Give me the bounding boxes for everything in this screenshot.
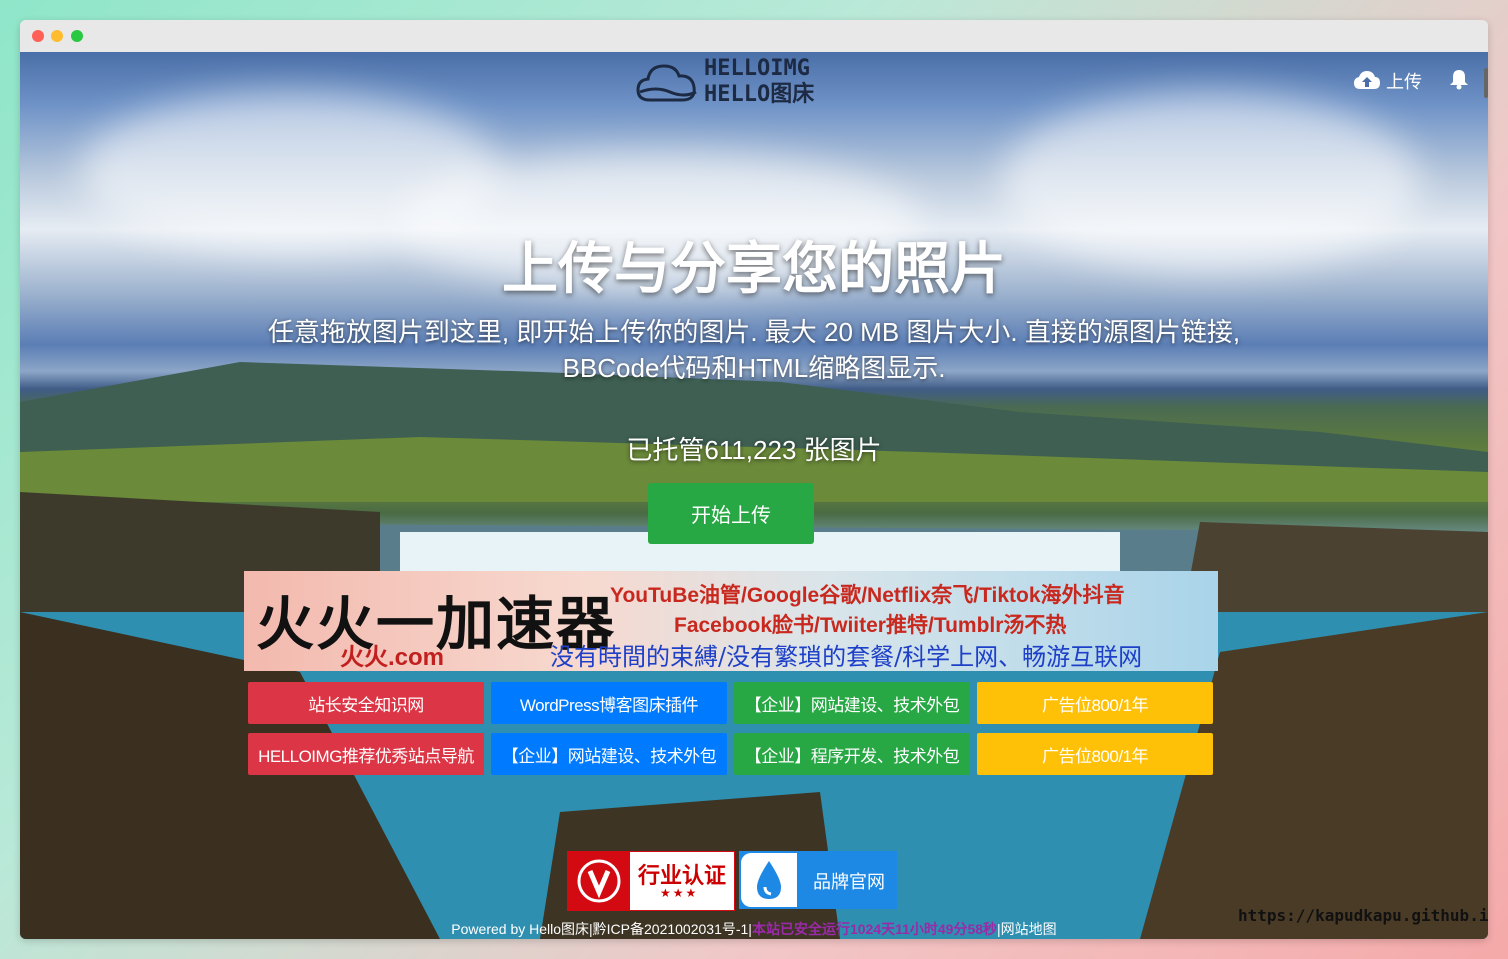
page-viewport: HELLOIMG HELLO图床 上传 上传与分享您的照片 任意拖放图片到这里,… (20, 52, 1488, 939)
link-ad-slot-2[interactable]: 广告位800/1年 (977, 733, 1213, 775)
cloud-upload-icon (1354, 71, 1380, 91)
page-scrollbar[interactable] (1484, 68, 1488, 98)
link-enterprise-website[interactable]: 【企业】网站建设、技术外包 (734, 682, 970, 724)
bell-icon[interactable] (1448, 68, 1470, 95)
verify-stars: ★★★ (660, 886, 699, 900)
ad-banner[interactable]: 火火一加速器 火火.com YouTuBe油管/Google谷歌/Netflix… (244, 571, 1218, 671)
link-site-navigation[interactable]: HELLOIMG推荐优秀站点导航 (248, 733, 484, 775)
banner-slogan: 没有時間的束縛/没有繁瑣的套餐/科学上网、畅游互联网 (550, 643, 1143, 671)
link-ad-slot[interactable]: 广告位800/1年 (977, 682, 1213, 724)
link-enterprise-website-2[interactable]: 【企业】网站建设、技术外包 (491, 733, 727, 775)
hero-description: 任意拖放图片到这里, 即开始上传你的图片. 最大 20 MB 图片大小. 直接的… (267, 317, 1241, 383)
cloud-logo-icon (636, 64, 697, 102)
footer-sitemap-link[interactable]: |网站地图 (997, 921, 1057, 937)
nav-upload-label: 上传 (1386, 72, 1422, 92)
link-wordpress-plugin[interactable]: WordPress博客图床插件 (491, 682, 727, 724)
window-titlebar (20, 20, 1488, 52)
banner-services-line1: YouTuBe油管/Google谷歌/Netflix奈飞/Tiktok海外抖音 (610, 584, 1125, 607)
hosted-image-count: 已托管611,223 张图片 (626, 435, 882, 465)
logo-line1: HELLOIMG (704, 56, 810, 81)
water-drop-icon (741, 853, 797, 907)
close-window-button[interactable] (32, 30, 44, 42)
link-enterprise-development[interactable]: 【企业】程序开发、技术外包 (734, 733, 970, 775)
brand-official-badge[interactable]: 品牌官网 (739, 851, 897, 909)
footer-powered[interactable]: Powered by Hello图床|黔ICP备2021002031号-1| (451, 921, 752, 937)
verify-v-icon (568, 852, 630, 910)
minimize-window-button[interactable] (51, 30, 63, 42)
url-watermark: https://kapudkapu.github.io (1238, 906, 1488, 925)
site-logo[interactable]: HELLOIMG HELLO图床 (636, 54, 826, 108)
maximize-window-button[interactable] (71, 30, 83, 42)
start-upload-button[interactable]: 开始上传 (648, 483, 814, 544)
official-label: 品牌官网 (813, 872, 885, 892)
nav-upload-link[interactable]: 上传 (1354, 68, 1422, 94)
banner-domain: 火火.com (340, 644, 445, 671)
link-site-security[interactable]: 站长安全知识网 (248, 682, 484, 724)
logo-line2: HELLO图床 (704, 82, 815, 107)
banner-services-line2: Facebook脸书/Twiiter推特/Tumblr汤不热 (674, 614, 1067, 637)
browser-window: HELLOIMG HELLO图床 上传 上传与分享您的照片 任意拖放图片到这里,… (20, 20, 1488, 939)
hero-title: 上传与分享您的照片 (502, 237, 1006, 300)
footer-runtime: 本站已安全运行1024天11小时49分58秒 (751, 921, 998, 937)
industry-verification-badge[interactable]: 行业认证 ★★★ (567, 851, 735, 911)
